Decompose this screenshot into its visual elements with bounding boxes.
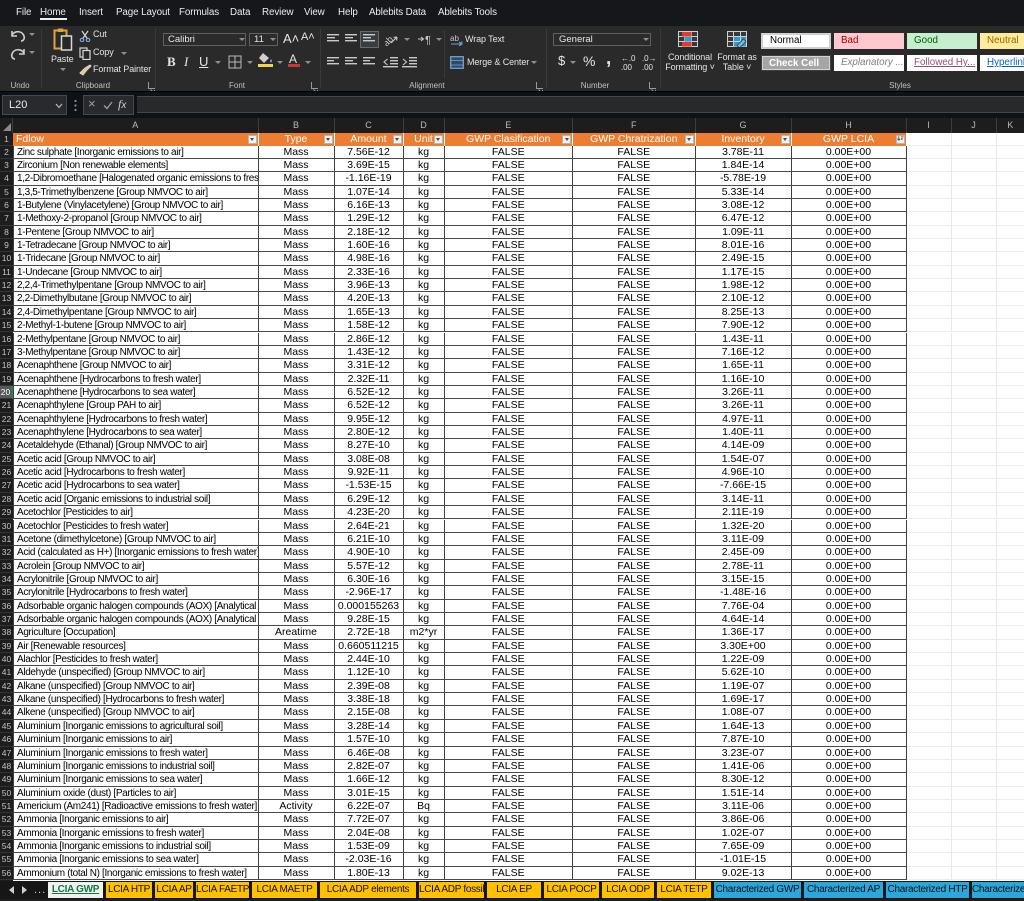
- svg-text:¶: ¶: [425, 35, 431, 46]
- svg-text:ab: ab: [450, 34, 459, 43]
